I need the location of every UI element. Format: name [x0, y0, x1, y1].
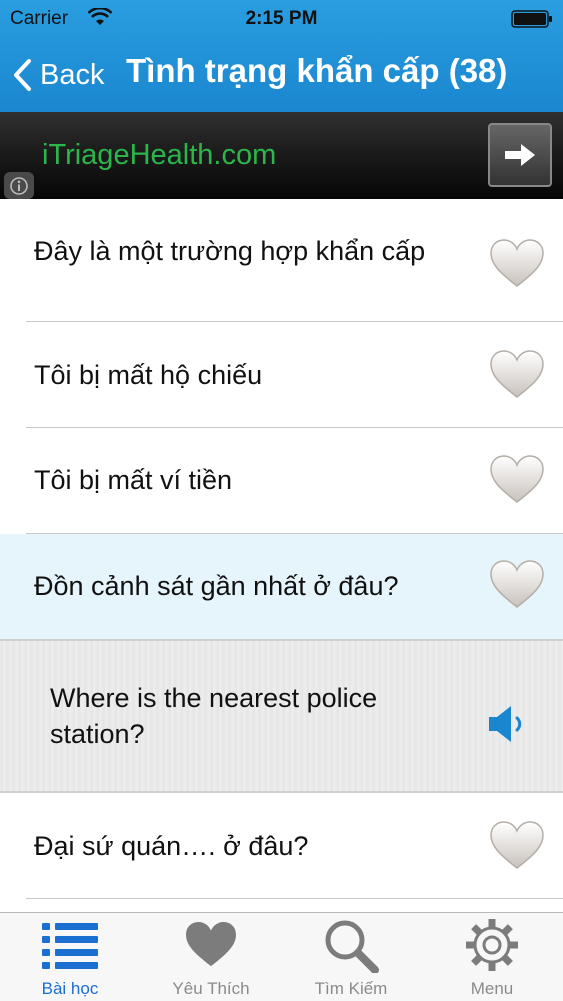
back-label: Back [40, 58, 105, 91]
heart-icon[interactable] [489, 350, 545, 400]
heart-icon[interactable] [489, 239, 545, 289]
divider [26, 898, 563, 899]
phrase-label: Tôi bị mất ví tiền [34, 465, 233, 495]
list-item[interactable]: Tôi bị mất ví tiền [0, 428, 563, 534]
nav-header: Carrier 2:15 PM Back Tình trạng khẩn cấp… [0, 0, 563, 112]
back-button[interactable]: Back [12, 54, 104, 96]
tab-label: Menu [470, 979, 514, 998]
ad-banner[interactable]: iTriageHealth.com [0, 112, 563, 199]
list-item[interactable]: Đại sứ quán…. ở đâu? [0, 793, 563, 899]
battery-icon [511, 10, 552, 28]
tab-menu[interactable]: Menu [422, 913, 562, 1001]
phrase-label: Đại sứ quán…. ở đâu? [34, 831, 309, 861]
status-time: 2:15 PM [245, 8, 318, 29]
gear-icon [466, 919, 518, 971]
list-item[interactable]: Tôi bị mất hộ chiếu [0, 322, 563, 428]
speaker-icon[interactable] [487, 704, 529, 744]
list-icon [42, 923, 98, 969]
page-title: Tình trạng khẩn cấp (38) [126, 52, 508, 89]
search-icon [325, 920, 379, 973]
phrase-label: Tôi bị mất hộ chiếu [34, 360, 263, 390]
arrow-right-icon [505, 144, 535, 166]
tab-label: Tìm Kiếm [314, 979, 388, 998]
heart-icon[interactable] [489, 821, 545, 871]
heart-icon[interactable] [489, 455, 545, 505]
translation-text: Where is the nearest police station? [50, 683, 378, 749]
heart-icon[interactable] [489, 560, 545, 610]
ad-text[interactable]: iTriageHealth.com [42, 139, 276, 172]
tab-bar: Bài học Yêu Thích Tìm Kiếm Menu [0, 912, 563, 1001]
list-item-selected[interactable]: Đồn cảnh sát gần nhất ở đâu? [0, 534, 563, 639]
translation-panel: Where is the nearest police station? [0, 639, 563, 793]
tab-label: Bài học [41, 979, 99, 998]
list-item[interactable]: Đây là một trường hợp khẩn cấp [0, 199, 563, 322]
tab-label: Yêu Thích [172, 979, 250, 998]
phrase-label: Đây là một trường hợp khẩn cấp [34, 236, 426, 266]
tab-lessons[interactable]: Bài học [0, 913, 140, 1001]
phrase-label: Đồn cảnh sát gần nhất ở đâu? [34, 571, 399, 601]
ad-arrow-button[interactable] [488, 123, 552, 187]
navigation-bar: Back Tình trạng khẩn cấp (38) [0, 38, 563, 110]
status-bar: Carrier 2:15 PM [0, 0, 563, 36]
info-icon[interactable] [4, 172, 34, 199]
heart-icon [186, 921, 236, 967]
tab-search[interactable]: Tìm Kiếm [281, 913, 421, 1001]
chevron-left-icon [14, 59, 31, 91]
tab-favorites[interactable]: Yêu Thích [141, 913, 281, 1001]
